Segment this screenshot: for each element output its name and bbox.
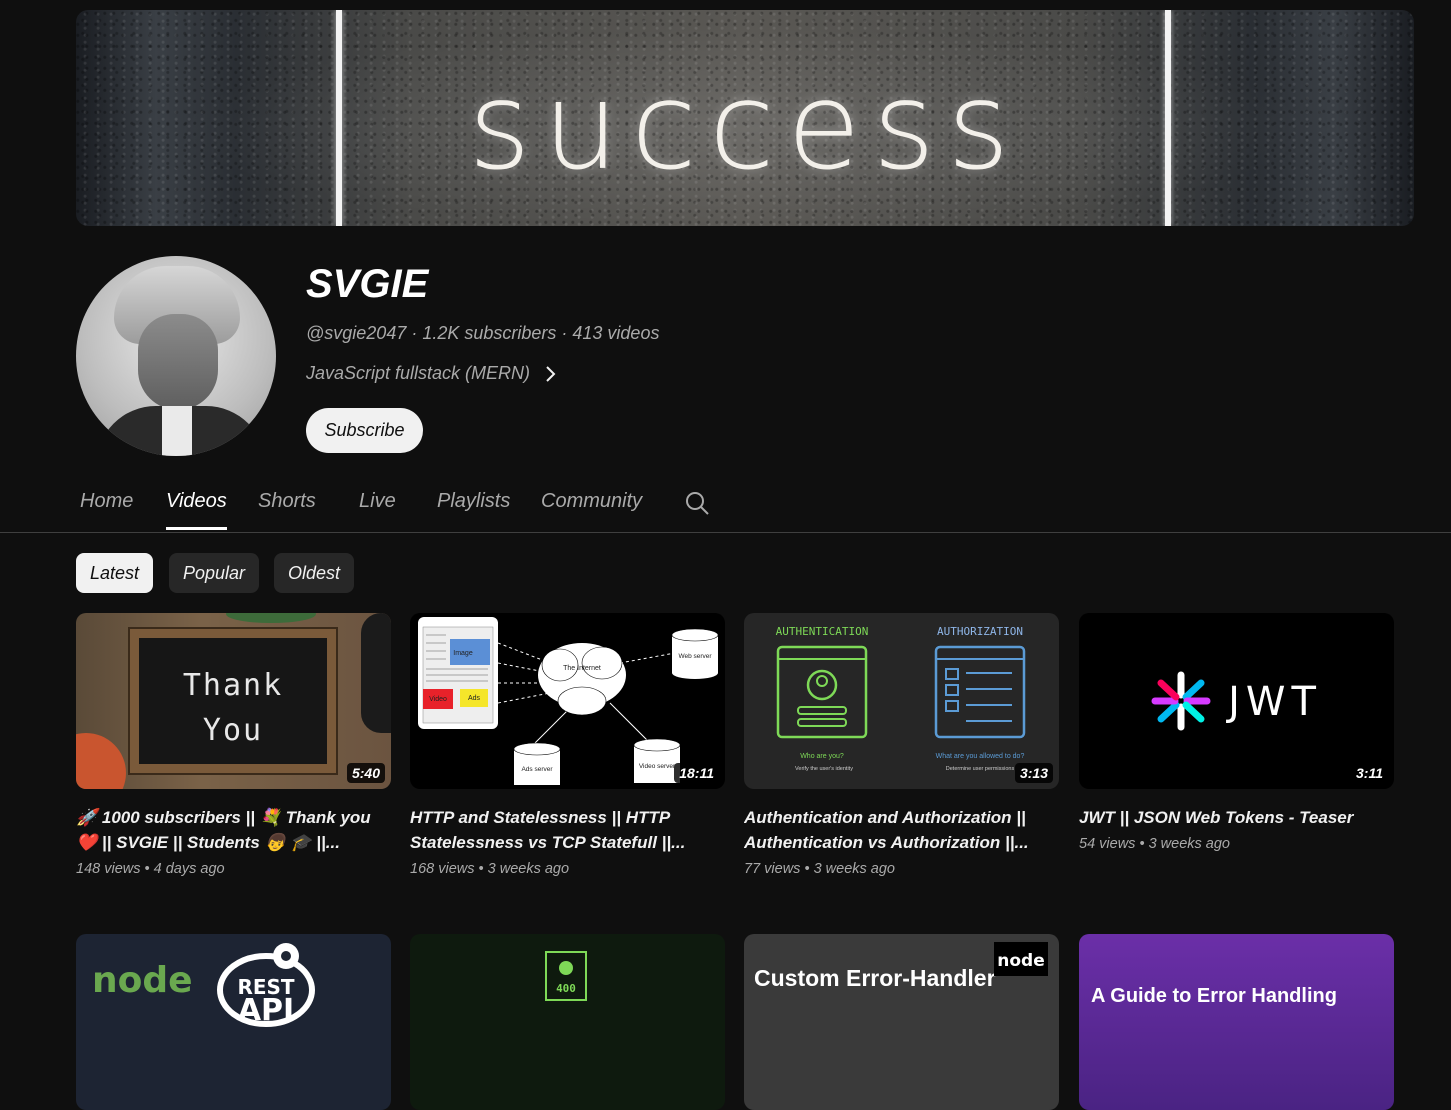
video-thumbnail[interactable]: node REST API	[76, 934, 391, 1110]
video-duration: 5:40	[346, 763, 385, 783]
video-card[interactable]: A Guide to Error Handling	[1079, 934, 1394, 1110]
video-duration: 18:11	[674, 763, 719, 783]
video-views: 77 views	[744, 861, 801, 877]
custom-error-art: Custom Error-Handler node	[754, 942, 1048, 991]
tab-shorts[interactable]: Shorts	[258, 490, 316, 527]
chip-latest[interactable]: Latest	[76, 553, 154, 593]
video-age: 3 weeks ago	[1148, 836, 1230, 852]
chevron-right-icon	[546, 365, 556, 382]
thumb-text: Ads	[468, 695, 481, 702]
thumb-text: node	[92, 960, 193, 1001]
banner-word: success	[468, 58, 1022, 197]
thumb-text: The Internet	[563, 665, 601, 672]
video-views: 168 views	[410, 861, 475, 877]
avatar-face	[138, 314, 218, 410]
thumb-text: Ads server	[521, 766, 553, 773]
thumb-text: node	[997, 951, 1044, 971]
video-thumbnail[interactable]: A Guide to Error Handling	[1079, 934, 1394, 1110]
tab-videos[interactable]: Videos	[166, 490, 227, 530]
thumb-text: You	[202, 713, 264, 748]
auth-diagram: AUTHENTICATION AUTHORIZATION Who are you…	[776, 625, 1026, 772]
rest-api-art: node REST API	[92, 943, 315, 1028]
thumb-text: Determine user permissions	[946, 766, 1015, 772]
video-card[interactable]: Image Video Ads The Internet Web server …	[410, 613, 725, 877]
video-meta: 148 views • 4 days ago	[76, 861, 225, 877]
channel-tabs: Home Videos Shorts Live Playlists Commun…	[0, 480, 1451, 533]
chip-popular[interactable]: Popular	[169, 553, 260, 593]
video-title[interactable]: 🚀 1000 subscribers || 💐 Thank you ❤️ || …	[76, 805, 391, 855]
thumb-phone-red	[76, 733, 126, 789]
thumb-text: Video server	[639, 763, 676, 770]
tab-community[interactable]: Community	[541, 490, 642, 527]
video-card[interactable]: JWT 3:11 JWT || JSON Web Tokens - Teaser…	[1079, 613, 1394, 852]
video-duration: 3:11	[1351, 763, 1388, 783]
video-card[interactable]: Thank You 5:40 🚀 1000 subscribers || 💐 T…	[76, 613, 391, 877]
video-title[interactable]: Authentication and Authorization || Auth…	[744, 805, 1059, 855]
thumb-text: Custom Error-Handler	[754, 965, 996, 991]
chip-oldest[interactable]: Oldest	[274, 553, 355, 593]
video-card[interactable]: 400	[410, 934, 725, 1110]
video-title[interactable]: JWT || JSON Web Tokens - Teaser	[1079, 805, 1394, 830]
video-duration: 3:13	[1014, 763, 1053, 783]
video-thumbnail[interactable]: Custom Error-Handler node	[744, 934, 1059, 1110]
channel-description: JavaScript fullstack (MERN)	[306, 363, 531, 383]
video-age: 3 weeks ago	[487, 861, 570, 877]
subscribe-button[interactable]: Subscribe	[306, 408, 423, 453]
thumb-chalkboard: Thank You	[130, 629, 336, 773]
thumb-text: Who are you?	[800, 753, 844, 760]
error-400-art: 400	[545, 951, 587, 1001]
thumb-phone-dark	[361, 613, 391, 733]
video-meta: 77 views • 3 weeks ago	[744, 861, 895, 877]
video-age: 3 weeks ago	[813, 861, 895, 877]
thumb-text: Verify the user's identity	[795, 766, 853, 772]
jwt-logo: JWT	[1151, 671, 1322, 731]
channel-avatar[interactable]	[76, 256, 276, 456]
avatar-collar	[162, 406, 192, 456]
video-thumbnail[interactable]: AUTHENTICATION AUTHORIZATION Who are you…	[744, 613, 1059, 789]
video-meta: 168 views • 3 weeks ago	[410, 861, 570, 877]
thumb-text: A Guide to Error Handling	[1091, 985, 1337, 1007]
video-views: 148 views	[76, 861, 141, 877]
search-icon[interactable]	[684, 490, 710, 516]
channel-banner: success	[76, 10, 1414, 226]
error-guide-art: A Guide to Error Handling	[1091, 985, 1337, 1007]
channel-name: SVGIE	[306, 262, 429, 306]
thumb-text: AUTHORIZATION	[937, 625, 1023, 638]
thumb-text: Video	[429, 696, 447, 703]
thumb-text: JWT	[1225, 679, 1322, 725]
channel-meta: @svgie2047 · 1.2K subscribers · 413 vide…	[306, 323, 660, 343]
thumb-plant	[226, 613, 316, 623]
video-card[interactable]: Custom Error-Handler node	[744, 934, 1059, 1110]
video-thumbnail[interactable]: JWT 3:11	[1079, 613, 1394, 789]
video-thumbnail[interactable]: 400	[410, 934, 725, 1110]
video-card[interactable]: AUTHENTICATION AUTHORIZATION Who are you…	[744, 613, 1059, 877]
channel-description-link[interactable]: JavaScript fullstack (MERN)	[306, 363, 556, 384]
thumb-text: Web server	[678, 653, 712, 660]
tab-playlists[interactable]: Playlists	[437, 490, 510, 527]
video-card[interactable]: node REST API	[76, 934, 391, 1110]
video-age: 4 days ago	[153, 861, 225, 877]
video-meta: 54 views • 3 weeks ago	[1079, 836, 1230, 852]
tab-live[interactable]: Live	[359, 490, 396, 527]
tab-home[interactable]: Home	[80, 490, 133, 527]
thumb-text: What are you allowed to do?	[936, 753, 1025, 760]
video-thumbnail[interactable]: Thank You 5:40	[76, 613, 391, 789]
video-thumbnail[interactable]: Image Video Ads The Internet Web server …	[410, 613, 725, 789]
video-title[interactable]: HTTP and Statelessness || HTTP Stateless…	[410, 805, 725, 855]
thumb-text: Thank	[182, 668, 284, 703]
video-views: 54 views	[1079, 836, 1136, 852]
thumb-text: API	[238, 993, 294, 1028]
thumb-text: 400	[556, 982, 576, 995]
thumb-text: Image	[453, 650, 473, 657]
thumb-text: AUTHENTICATION	[776, 625, 869, 638]
